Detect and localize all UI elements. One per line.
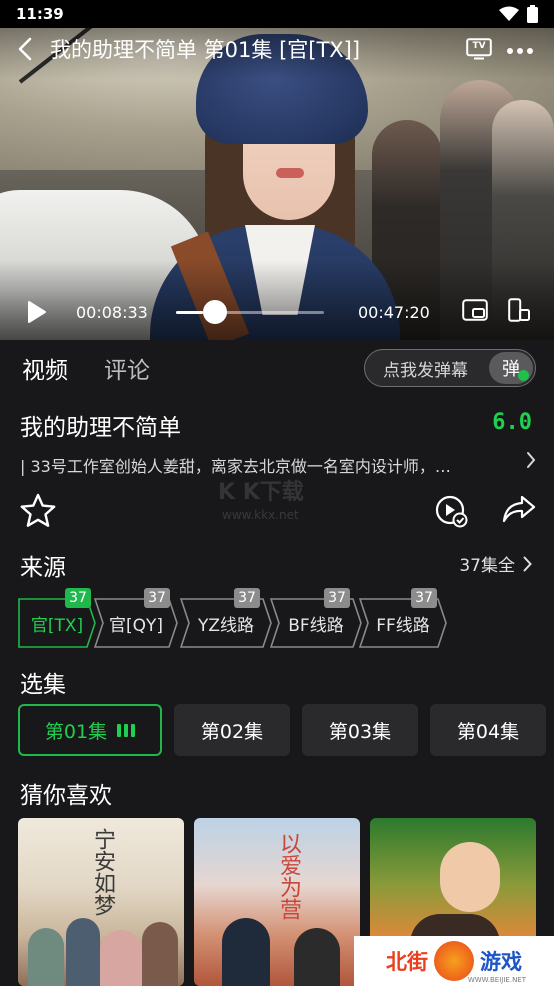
play-icon [28,301,46,323]
poster-figure [440,842,500,912]
brand-logo-mark [434,941,474,981]
episode-label: 第03集 [328,720,392,743]
source-list: 官[TX] 37 官[QY] 37 YZ线路 37 BF线路 37 FF线路 37 [18,588,554,650]
danmu-input-button[interactable]: 点我发弹幕 弹 [364,349,536,387]
duration-time: 00:47:20 [358,302,430,322]
episode-label: 第01集 [44,720,108,743]
episode-item[interactable]: 第01集 [18,704,162,756]
current-time: 00:08:33 [76,302,148,322]
video-player[interactable]: 11:39 我的助理不简单 第01集 [官[TX]] TV 00:08:33 0… [0,0,554,340]
pip-button[interactable] [462,299,488,325]
player-title: 我的助理不简单 第01集 [官[TX]] [50,38,361,62]
player-controls: 00:08:33 00:47:20 [0,290,554,334]
source-all-episodes[interactable]: 37集全 [459,551,532,576]
scene-detail [276,168,304,178]
chevron-right-icon [527,452,536,468]
status-bar: 11:39 [0,0,554,28]
share-button[interactable] [502,494,536,532]
poster-figure [66,918,100,986]
source-count-badge: 37 [65,588,91,608]
source-total-label: 37集全 [459,556,515,576]
episode-item[interactable]: 第03集 [302,704,418,756]
favorite-button[interactable] [18,492,58,534]
more-button[interactable] [506,40,534,59]
back-button[interactable] [0,28,50,70]
episode-item[interactable]: 第02集 [174,704,290,756]
poster-figure [294,928,340,986]
poster-figure [222,918,270,986]
play-button[interactable] [12,290,62,334]
play-check-icon [435,495,468,528]
poster-figure [100,930,142,986]
poster-figure [28,928,64,986]
recommend-poster[interactable]: 以爱为营 [194,818,360,986]
detail-tabs: 视频 评论 点我发弹幕 弹 [0,340,554,396]
wifi-icon [499,6,519,21]
brand-logo-url: WWW.BEIJIE.NET [467,976,526,984]
poster-figure [142,922,178,986]
poster-title: 以爱为营 [276,832,301,920]
battery-icon [527,5,538,23]
brand-logo-text-b: 游戏 [480,950,522,974]
seek-progress [176,311,203,314]
action-row [0,488,554,534]
star-icon [20,493,56,527]
rotate-screen-button[interactable] [508,298,530,326]
source-chip[interactable]: BF线路 37 [270,588,362,648]
source-chip[interactable]: 官[TX] 37 [18,588,96,648]
recommend-section-title: 猜你喜欢 [20,783,112,809]
episode-section-title: 选集 [20,672,66,698]
source-chip[interactable]: YZ线路 37 [180,588,272,648]
more-dots-icon [507,47,533,54]
episode-label: 第02集 [200,720,264,743]
system-icons [499,5,538,23]
chevron-right-icon [523,556,532,571]
player-title-bar: 我的助理不简单 第01集 [官[TX]] TV [0,28,554,70]
poster-title: 宁安如梦 [90,828,115,916]
source-count-badge: 37 [144,588,170,608]
source-chip[interactable]: FF线路 37 [359,588,447,648]
source-section-title: 来源 [20,555,66,581]
danmu-toggle[interactable]: 弹 [489,352,533,384]
share-icon [502,495,536,523]
episode-item[interactable]: 第04集 [430,704,546,756]
episode-list: 第01集 第02集 第03集 第04集 [18,704,554,756]
show-title: 我的助理不简单 [20,415,181,441]
danmu-on-indicator [518,370,529,381]
source-count-badge: 37 [324,588,350,608]
rotate-screen-icon [508,298,530,322]
recommend-poster[interactable]: 宁安如梦 [18,818,184,986]
episode-label: 第04集 [456,720,520,743]
show-score: 6.0 [492,410,532,435]
watch-later-button[interactable] [434,494,468,532]
brand-logo: 北街 游戏 WWW.BEIJIE.NET [354,936,554,986]
now-playing-icon [117,723,136,737]
source-chip[interactable]: 官[QY] 37 [94,588,178,648]
source-count-badge: 37 [234,588,260,608]
danmu-input-label: 点我发弹幕 [383,360,468,381]
tv-cast-button[interactable]: TV [466,38,492,60]
tab-comments[interactable]: 评论 [104,351,150,385]
seek-handle[interactable] [202,300,227,324]
back-arrow-icon [18,37,32,61]
picture-in-picture-icon [462,299,488,321]
brand-logo-text-a: 北街 [386,950,428,974]
status-time: 11:39 [16,5,64,23]
description-expand-button[interactable] [526,451,536,473]
seek-bar[interactable] [176,300,324,324]
tab-video[interactable]: 视频 [22,351,68,385]
tv-label: TV [472,41,486,51]
source-count-badge: 37 [411,588,437,608]
